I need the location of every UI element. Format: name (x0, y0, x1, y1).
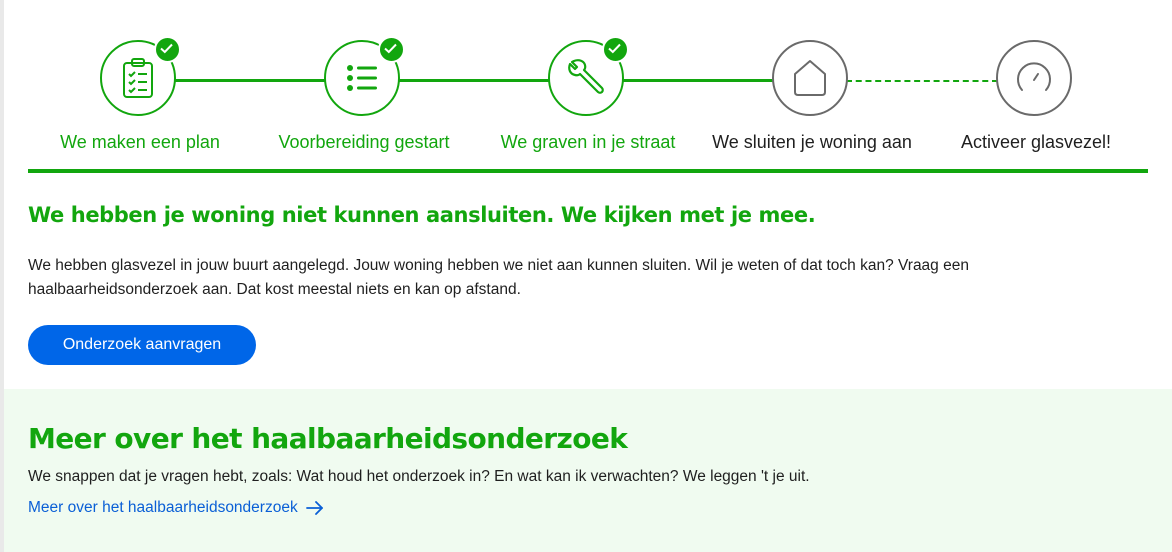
step-label: We maken een plan (60, 132, 220, 152)
list-icon (347, 65, 377, 91)
check-badge-icon (154, 36, 181, 63)
speedometer-icon (1017, 62, 1051, 91)
status-headline: We hebben je woning niet kunnen aansluit… (28, 203, 816, 227)
checklist-icon (123, 58, 153, 98)
step-circle (772, 40, 848, 116)
info-panel: Meer over het haalbaarheidsonderzoek We … (4, 389, 1172, 552)
info-text: We snappen dat je vragen hebt, zoals: Wa… (28, 468, 810, 485)
progress-connector (398, 79, 550, 82)
status-body: We hebben glasvezel in jouw buurt aangel… (28, 257, 969, 298)
tracker-divider (28, 169, 1148, 173)
progress-connector (622, 79, 774, 82)
step-circle (996, 40, 1072, 116)
info-title: Meer over het haalbaarheidsonderzoek (28, 422, 628, 455)
wrench-icon (568, 59, 604, 94)
feasibility-study-link[interactable]: Meer over het haalbaarheidsonderzoek (28, 497, 324, 519)
step-label: We graven in je straat (500, 132, 676, 152)
request-investigation-button[interactable]: Onderzoek aanvragen (28, 325, 256, 365)
check-badge-icon (602, 36, 629, 63)
arrow-right-icon (305, 501, 323, 515)
house-icon (794, 60, 826, 96)
check-badge-icon (378, 36, 405, 63)
step-label: Voorbereiding gestart (278, 132, 450, 152)
progress-tracker: We maken een plan Voorbereiding gestart (28, 0, 1148, 174)
step-label: We sluiten je woning aan (712, 132, 912, 152)
progress-connector-pending (846, 80, 998, 82)
step-label: Activeer glasvezel! (960, 132, 1112, 152)
link-label: Meer over het haalbaarheidsonderzoek (28, 499, 298, 516)
progress-connector (174, 79, 326, 82)
page: We maken een plan Voorbereiding gestart (0, 0, 1172, 552)
